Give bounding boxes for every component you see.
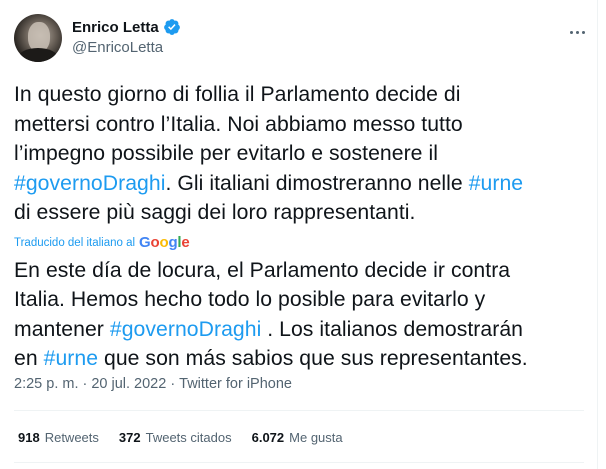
text-segment: que son más sabios que sus representante… — [98, 347, 528, 370]
text-line: En este día de locura, el Parlamento dec… — [14, 256, 584, 286]
tweet-stats: 918 Retweets 372 Tweets citados 6.072 Me… — [18, 430, 343, 445]
retweets-count: 918 — [18, 430, 40, 445]
divider — [14, 462, 584, 463]
tweet-meta: 2:25 p. m. · 20 jul. 2022 · Twitter for … — [14, 376, 292, 392]
text-segment: . Los italianos demostrarán — [261, 317, 523, 341]
text-line: mettersi contro l’Italia. Noi abbiamo me… — [14, 110, 584, 140]
text-segment: en — [14, 347, 44, 370]
hashtag-link[interactable]: #governoDraghi — [14, 172, 165, 195]
more-options-icon[interactable] — [562, 22, 592, 42]
tweet-time[interactable]: 2:25 p. m. — [14, 376, 78, 392]
author-handle[interactable]: @EnricoLetta — [72, 39, 163, 56]
text-line: l’impegno possibile per evitarlo e soste… — [14, 139, 584, 169]
translated-label[interactable]: Traducido del italiano al — [14, 237, 135, 249]
quotes-label: Tweets citados — [145, 430, 232, 445]
text-line: In questo giorno di follia il Parlamento… — [14, 80, 584, 110]
hashtag-link[interactable]: #urne — [469, 172, 523, 195]
likes-count: 6.072 — [251, 430, 285, 445]
tweet-body: In questo giorno di follia il Parlamento… — [14, 80, 584, 374]
meta-separator: · — [170, 376, 176, 392]
google-logo-icon: Google — [139, 234, 190, 251]
text-segment: Italia. Hemos hecho todo lo posible para… — [14, 288, 486, 311]
text-segment: mantener — [14, 317, 110, 341]
likes-label: Me gusta — [289, 430, 343, 445]
tweet-date[interactable]: 20 jul. 2022 — [91, 376, 166, 392]
likes-stat[interactable]: 6.072 Me gusta — [252, 430, 343, 445]
text-segment: mettersi contro l’Italia. Noi abbiamo me… — [14, 112, 463, 136]
text-segment: En este día de locura, el Parlamento dec… — [14, 258, 511, 282]
text-line: #governoDraghi. Gli italiani dimostreran… — [14, 169, 584, 199]
text-segment: di essere più saggi dei loro rappresenta… — [14, 201, 416, 224]
quotes-stat[interactable]: 372 Tweets citados — [119, 430, 232, 445]
verified-badge-icon — [163, 18, 181, 36]
tweet-source[interactable]: Twitter for iPhone — [179, 376, 292, 392]
tweet-translation-text: En este día de locura, el Parlamento dec… — [14, 256, 584, 374]
text-line: Italia. Hemos hecho todo lo posible para… — [14, 285, 584, 315]
avatar[interactable] — [14, 14, 62, 62]
text-line: en #urne que son más sabios que sus repr… — [14, 344, 584, 374]
quotes-count: 372 — [118, 430, 141, 445]
text-line: mantener #governoDraghi . Los italianos … — [14, 315, 584, 345]
avatar-suit — [18, 48, 58, 62]
tweet-header: Enrico Letta @EnricoLetta — [14, 12, 594, 62]
translation-attribution[interactable]: Traducido del italiano al Google — [14, 234, 584, 252]
tweet-card: Enrico Letta @EnricoLetta In questo gior… — [0, 0, 598, 469]
divider — [14, 410, 584, 411]
retweets-label: Retweets — [44, 430, 99, 445]
text-segment: l’impegno possibile per evitarlo e soste… — [14, 142, 438, 165]
text-segment: . Gli italiani dimostreranno nelle — [165, 171, 469, 195]
meta-separator: · — [82, 376, 88, 392]
hashtag-link[interactable]: #governoDraghi — [110, 318, 261, 341]
author-display-name[interactable]: Enrico Letta — [72, 19, 159, 36]
tweet-original-text: In questo giorno di follia il Parlamento… — [14, 80, 584, 228]
text-line: di essere più saggi dei loro rappresenta… — [14, 198, 584, 228]
hashtag-link[interactable]: #urne — [44, 347, 98, 370]
text-segment: In questo giorno di follia il Parlamento… — [14, 83, 461, 106]
retweets-stat[interactable]: 918 Retweets — [18, 430, 99, 445]
author-name-row[interactable]: Enrico Letta — [72, 18, 181, 36]
